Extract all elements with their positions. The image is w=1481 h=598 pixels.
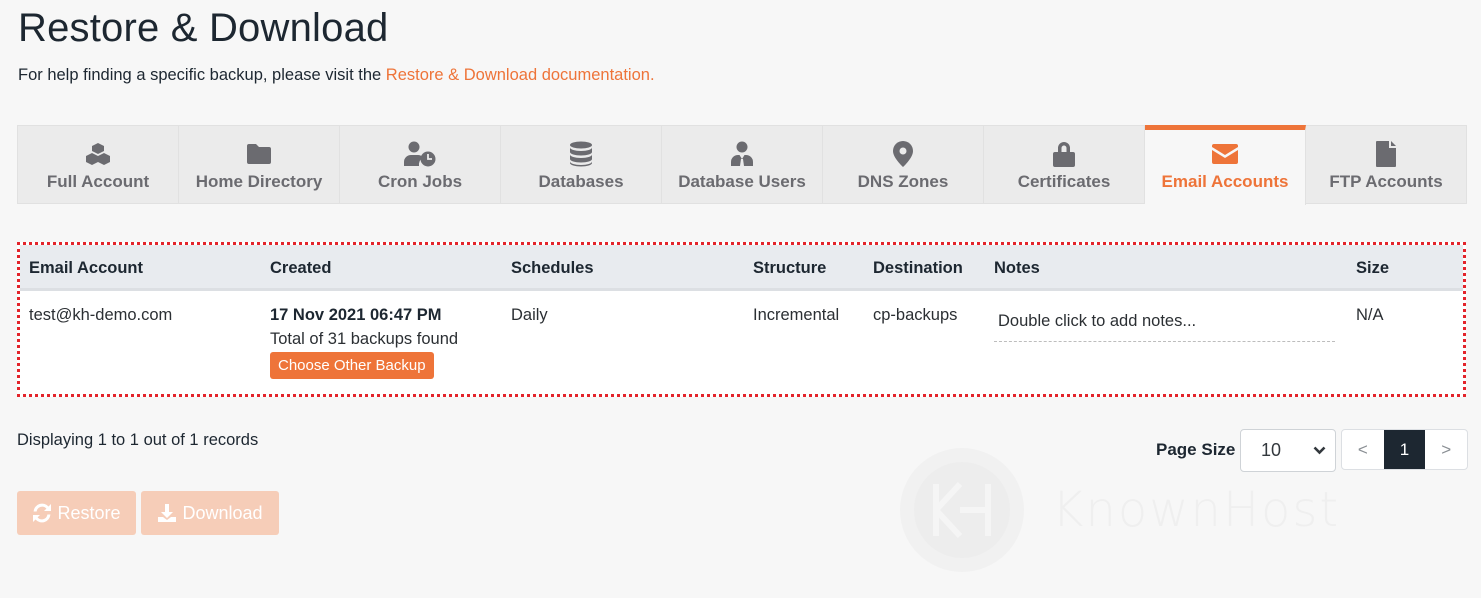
download-icon xyxy=(158,504,177,522)
tab-label: Full Account xyxy=(46,172,150,191)
restore-label: Restore xyxy=(57,502,121,523)
refresh-icon xyxy=(33,503,52,523)
notes-editable-field[interactable]: Double click to add notes... xyxy=(994,306,1335,342)
lock-icon xyxy=(1052,140,1076,168)
tab-label: Certificates xyxy=(1017,172,1111,191)
size-cell: N/A xyxy=(1356,306,1384,324)
column-header-created[interactable]: Created xyxy=(270,259,331,278)
page-size-label: Page Size xyxy=(1156,440,1236,459)
created-cell: 17 Nov 2021 06:47 PM Total of 31 backups… xyxy=(270,306,458,379)
column-header-schedules[interactable]: Schedules xyxy=(511,259,594,278)
tab-dns-zones[interactable]: DNS Zones xyxy=(823,126,984,203)
records-summary: Displaying 1 to 1 out of 1 records xyxy=(17,431,259,449)
download-label: Download xyxy=(182,502,263,523)
tab-databases[interactable]: Databases xyxy=(501,126,662,203)
created-date: 17 Nov 2021 06:47 PM xyxy=(270,306,442,324)
help-text: For help finding a specific backup, plea… xyxy=(18,66,655,85)
structure-cell: Incremental xyxy=(753,306,840,324)
current-page-button[interactable]: 1 xyxy=(1383,430,1426,469)
column-header-destination[interactable]: Destination xyxy=(873,259,963,278)
tab-label: Home Directory xyxy=(195,172,323,191)
restore-download-page: Restore & Download For help finding a sp… xyxy=(0,0,1481,598)
tab-ftp-accounts[interactable]: FTP Accounts xyxy=(1306,126,1466,203)
column-header-structure[interactable]: Structure xyxy=(753,259,826,278)
knownhost-brand: KnownHost xyxy=(1052,482,1341,538)
column-header-size[interactable]: Size xyxy=(1356,259,1389,278)
schedules-cell: Daily xyxy=(511,306,548,324)
user-clock-icon xyxy=(403,140,437,168)
tab-email-accounts[interactable]: Email Accounts xyxy=(1145,125,1306,205)
help-text-prefix: For help finding a specific backup, plea… xyxy=(18,66,386,84)
tab-home-directory[interactable]: Home Directory xyxy=(179,126,340,203)
tab-full-account[interactable]: Full Account xyxy=(18,126,179,203)
documentation-link[interactable]: Restore & Download documentation. xyxy=(386,66,655,84)
tab-label: Databases xyxy=(538,172,624,191)
envelope-icon xyxy=(1211,140,1239,168)
page-size-value: 10 xyxy=(1261,440,1282,460)
choose-other-backup-button[interactable]: Choose Other Backup xyxy=(270,352,434,379)
database-icon xyxy=(569,140,593,168)
tab-database-users[interactable]: Database Users xyxy=(662,126,823,203)
column-header-notes[interactable]: Notes xyxy=(994,259,1040,278)
backup-table: Email Account Created Schedules Structur… xyxy=(17,242,1466,397)
chevron-down-icon xyxy=(1313,446,1326,455)
backup-type-tabs: Full Account Home Directory Cron Jobs Da… xyxy=(17,125,1467,205)
tab-certificates[interactable]: Certificates xyxy=(984,126,1145,203)
user-tie-icon xyxy=(730,140,754,168)
download-button[interactable]: Download xyxy=(141,491,279,535)
tab-label: Email Accounts xyxy=(1161,172,1289,191)
restore-button[interactable]: Restore xyxy=(17,491,136,535)
tab-label: Database Users xyxy=(678,172,806,191)
tab-label: DNS Zones xyxy=(857,172,949,191)
email-account-cell: test@kh-demo.com xyxy=(29,306,173,324)
page-title: Restore & Download xyxy=(18,6,389,50)
table-row[interactable]: test@kh-demo.com 17 Nov 2021 06:47 PM To… xyxy=(20,294,1463,394)
next-page-button[interactable]: > xyxy=(1425,430,1467,469)
file-icon xyxy=(1375,140,1397,168)
folder-icon xyxy=(246,140,272,168)
tab-cron-jobs[interactable]: Cron Jobs xyxy=(340,126,501,203)
destination-cell: cp-backups xyxy=(873,306,958,324)
backups-count: Total of 31 backups found xyxy=(270,330,459,348)
table-header: Email Account Created Schedules Structur… xyxy=(20,245,1463,291)
column-header-email-account[interactable]: Email Account xyxy=(29,259,143,278)
page-size-select[interactable]: 10 xyxy=(1240,429,1336,472)
knownhost-logo-icon xyxy=(900,448,1024,572)
tab-label: FTP Accounts xyxy=(1329,172,1443,191)
map-marker-icon xyxy=(892,140,914,168)
cubes-icon xyxy=(85,140,111,168)
previous-page-button[interactable]: < xyxy=(1342,430,1384,469)
pagination: < 1 > xyxy=(1341,429,1468,470)
tab-label: Cron Jobs xyxy=(377,172,463,191)
